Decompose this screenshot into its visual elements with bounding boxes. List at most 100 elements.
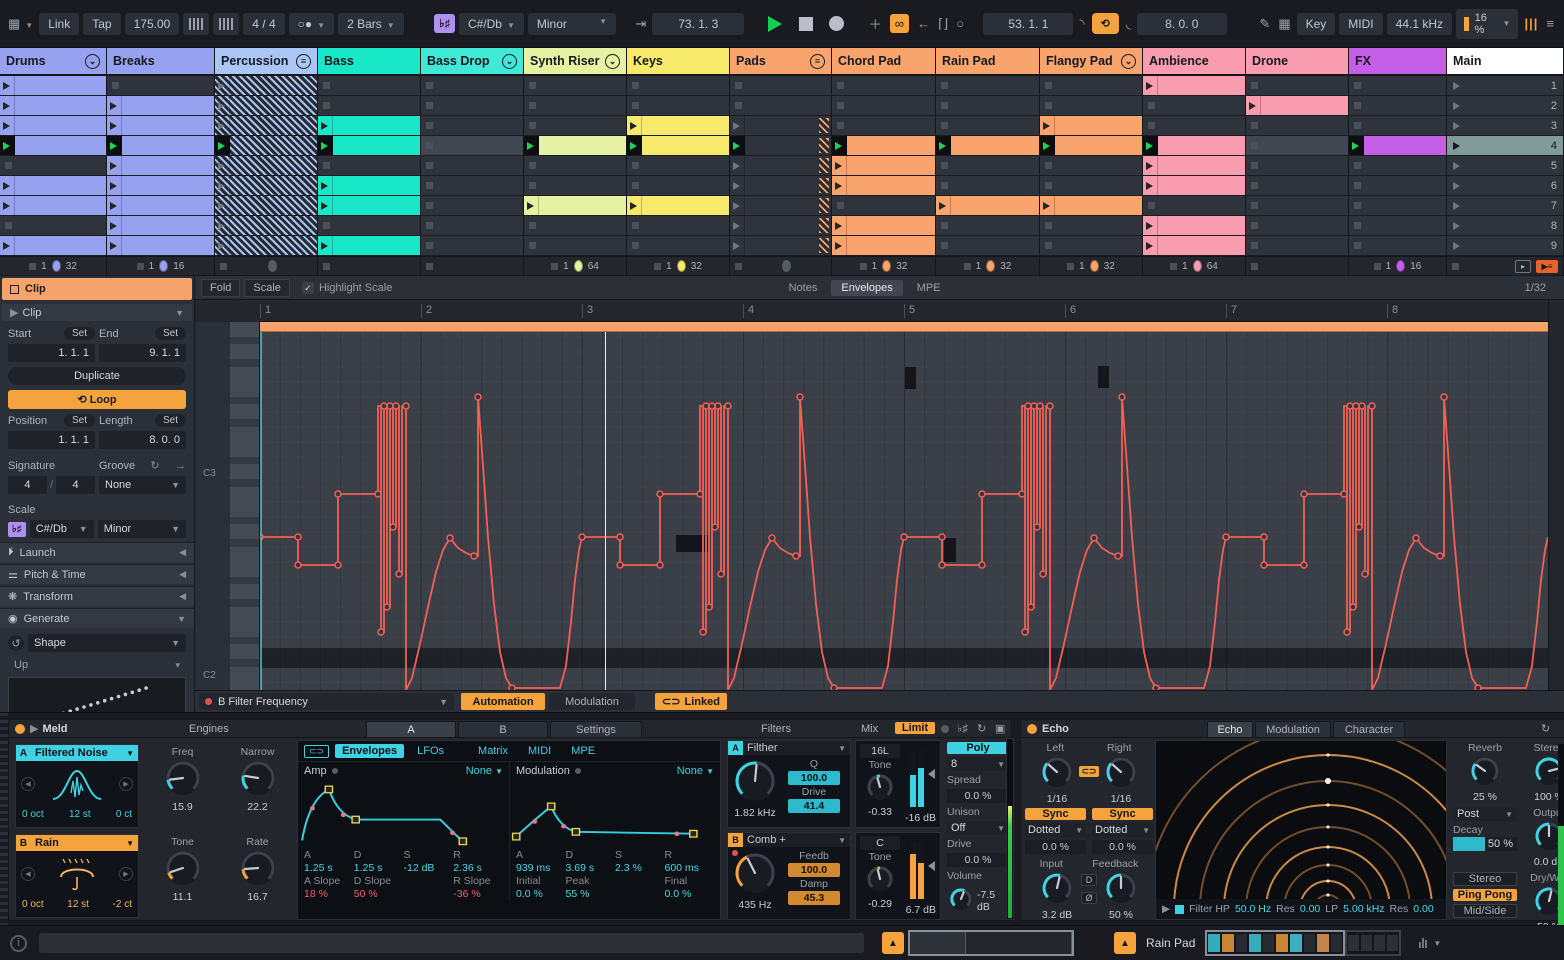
mix-b-db-value[interactable]: 6.7 dB xyxy=(906,904,936,916)
clip-slot[interactable] xyxy=(1143,136,1245,156)
echo-res1-value[interactable]: 0.00 xyxy=(1300,903,1320,915)
stop-transport-clips-button[interactable]: ▸ xyxy=(1515,259,1531,273)
engine-a-st[interactable]: 12 st xyxy=(69,809,91,820)
amp-attack-value[interactable]: 1.25 s xyxy=(304,862,354,874)
clip-launch-button[interactable] xyxy=(0,176,15,195)
clip-launch-button[interactable] xyxy=(627,136,642,155)
clip-launch-button[interactable] xyxy=(1246,96,1261,115)
track-stop-button[interactable] xyxy=(1251,262,1258,270)
clip-slot[interactable] xyxy=(936,216,1039,236)
show-device-view-button[interactable]: ▲ xyxy=(1114,932,1136,954)
grid-interval-display[interactable]: 1/32 xyxy=(1515,280,1556,296)
clip-slot[interactable] xyxy=(318,176,420,196)
clip-launch-button[interactable] xyxy=(832,156,847,175)
track-header[interactable]: Flangy Pad ⌄ xyxy=(1040,48,1142,76)
clip-stop-button[interactable] xyxy=(941,182,948,189)
tab-mpe[interactable]: MPE xyxy=(907,280,951,296)
clip-stop-button[interactable] xyxy=(426,182,433,189)
clip-end-field[interactable]: 9. 1. 1 xyxy=(99,344,186,362)
clip-stop-button[interactable] xyxy=(1148,102,1155,109)
tab-notes[interactable]: Notes xyxy=(779,280,828,296)
clip-slot[interactable] xyxy=(627,96,729,116)
mod-mode-selector[interactable]: None ▼ xyxy=(677,765,714,777)
track-header[interactable]: Drums ⌄ xyxy=(0,48,106,76)
capture-midi-icon[interactable]: ○ xyxy=(956,16,964,31)
mod-sustain-value[interactable]: 2.3 % xyxy=(615,862,665,874)
clip-launch-button[interactable] xyxy=(318,196,333,215)
narrow-knob[interactable] xyxy=(238,758,278,801)
clip-launch-button[interactable] xyxy=(1040,136,1055,155)
clip-stop-button[interactable] xyxy=(1354,242,1361,249)
echo-stereo-link-icon[interactable]: ⊂⊃ xyxy=(1079,766,1099,777)
clip-slot[interactable] xyxy=(627,216,729,236)
track-fold-icon[interactable]: ⌄ xyxy=(1121,53,1136,69)
clip-launch-button[interactable] xyxy=(0,196,15,215)
clip-slot[interactable] xyxy=(1349,216,1446,236)
clip-launch-button[interactable] xyxy=(0,136,15,155)
clip-launch-button[interactable] xyxy=(0,236,15,255)
device-chain-overview-2[interactable] xyxy=(1345,930,1402,956)
key-mode-selector[interactable]: Minor ▼ xyxy=(527,12,617,35)
tempo-field[interactable]: 175.00 xyxy=(124,12,180,35)
clip-slot[interactable] xyxy=(1143,96,1245,116)
clip-slot[interactable] xyxy=(627,116,729,136)
env-link-icon[interactable]: ⊂⊃ xyxy=(304,744,330,758)
clip-slot[interactable] xyxy=(1349,136,1446,156)
scale-fold-button[interactable]: Scale xyxy=(244,278,290,297)
clip-stop-button[interactable] xyxy=(941,222,948,229)
clip-slot[interactable] xyxy=(1349,196,1446,216)
clip-launch-button[interactable] xyxy=(318,176,333,195)
engine-b-next-icon[interactable]: ▶ xyxy=(119,867,133,881)
clip-launch-button[interactable] xyxy=(936,196,951,215)
track-stop-button[interactable] xyxy=(220,262,227,270)
track-stop-button[interactable] xyxy=(551,262,559,270)
echo-title-bar[interactable]: Echo Echo Modulation Character ↻ xyxy=(1021,720,1564,738)
subtab-mpe[interactable]: MPE xyxy=(564,744,602,758)
clip-stop-button[interactable] xyxy=(941,82,948,89)
envelope-canvas[interactable] xyxy=(260,322,1548,690)
clip-start-field[interactable]: 1. 1. 1 xyxy=(8,344,95,362)
filter-a-freq-knob[interactable] xyxy=(732,758,778,807)
groove-commit-icon[interactable]: → xyxy=(175,460,186,472)
clip-launch-button[interactable] xyxy=(627,196,642,215)
scale-icon[interactable]: ♭♯ xyxy=(8,521,26,537)
clip-slot[interactable] xyxy=(421,176,523,196)
meld-power-icon[interactable] xyxy=(15,723,25,734)
clip-slot[interactable] xyxy=(318,76,420,96)
clip-slot[interactable] xyxy=(524,136,626,156)
subtab-envelopes[interactable]: Envelopes xyxy=(335,744,405,758)
clip-slot[interactable] xyxy=(215,136,317,156)
clip-stop-button[interactable] xyxy=(1354,102,1361,109)
clip-stop-button[interactable] xyxy=(323,162,330,169)
clip-slot[interactable] xyxy=(0,136,106,156)
group-clip-launch-button[interactable] xyxy=(215,236,230,255)
track-stop-button[interactable] xyxy=(654,262,662,270)
mod-decay-value[interactable]: 3.69 s xyxy=(566,862,616,874)
poly-button[interactable]: Poly xyxy=(947,742,1009,754)
midi-map-button[interactable]: MIDI xyxy=(1339,12,1383,35)
clip-stop-button[interactable] xyxy=(1354,202,1361,209)
clip-stop-button[interactable] xyxy=(426,202,433,209)
clip-launch-button[interactable] xyxy=(1143,76,1158,95)
nudge-down-icon[interactable] xyxy=(183,12,210,35)
mix-a-gain-handle[interactable] xyxy=(928,769,935,779)
track-stop-button[interactable] xyxy=(859,262,867,270)
clip-stop-button[interactable] xyxy=(1251,222,1258,229)
subtab-midi[interactable]: MIDI xyxy=(521,744,558,758)
filter-a-q-field[interactable]: 100.0 xyxy=(788,771,840,785)
echo-lp-value[interactable]: 5.00 kHz xyxy=(1343,903,1384,915)
clip-stop-button[interactable] xyxy=(529,82,536,89)
scene-play-icon[interactable] xyxy=(1453,121,1460,130)
group-slot-button[interactable] xyxy=(730,196,745,215)
clip-slot[interactable] xyxy=(936,176,1039,196)
echo-input-knob[interactable] xyxy=(1039,870,1075,909)
key-root-selector[interactable]: C#/Db ▼ xyxy=(458,12,524,35)
pitch-time-section[interactable]: ⚌ Pitch & Time ◀ xyxy=(0,564,194,584)
track-stop-button[interactable] xyxy=(323,262,330,270)
group-slot-button[interactable] xyxy=(730,156,745,175)
loop-toggle[interactable]: ⟲ Loop xyxy=(8,390,186,409)
link-button[interactable]: Link xyxy=(39,12,80,35)
echo-offset-right[interactable]: 0.0 % xyxy=(1092,840,1153,854)
clip-slot[interactable] xyxy=(215,236,317,256)
echo-left-knob[interactable] xyxy=(1039,754,1075,793)
